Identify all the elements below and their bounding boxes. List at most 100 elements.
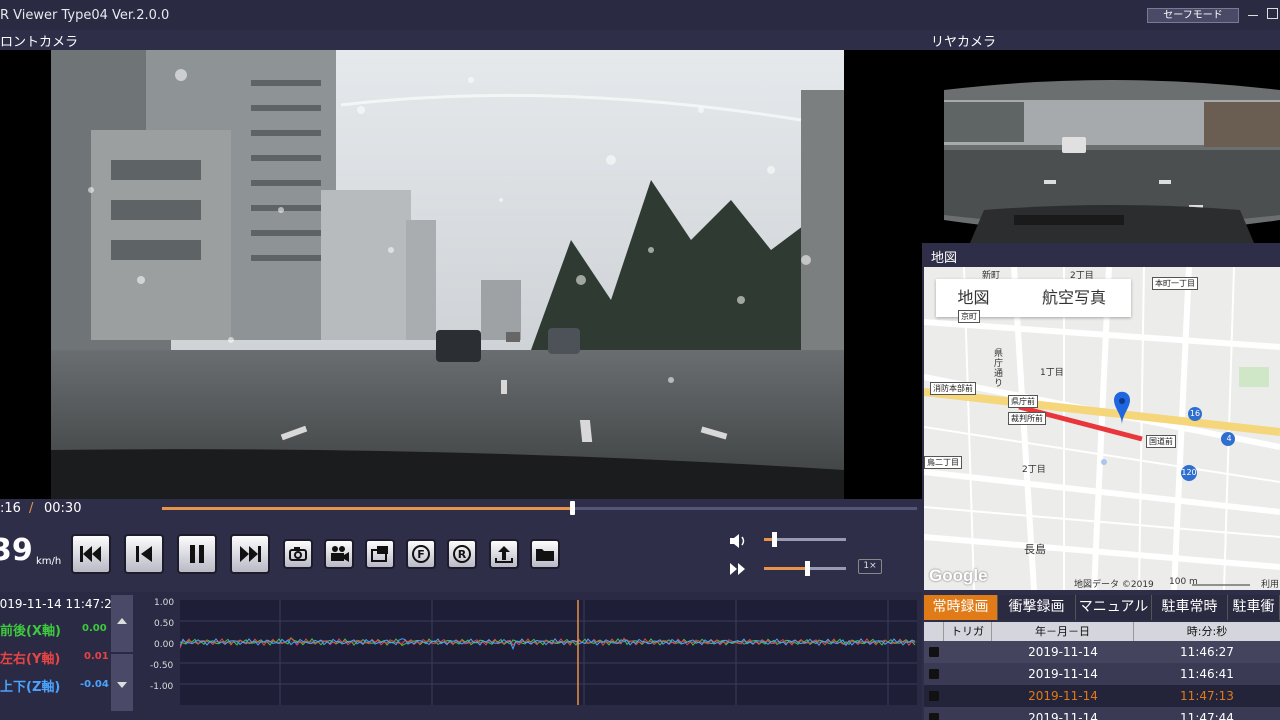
column-header-date[interactable]: 年－月－日 [992, 622, 1134, 641]
graph-tick-label: -1.00 [150, 682, 174, 692]
camera-icon [289, 547, 307, 561]
pause-button[interactable] [177, 534, 217, 574]
pause-icon [190, 545, 204, 563]
map-label-saibansho: 裁判所前 [1008, 412, 1046, 425]
skip-forward-icon [240, 546, 261, 562]
step-back-icon [136, 546, 152, 562]
y-axis-value: 0.01 [84, 651, 109, 662]
tab-recording-type[interactable]: 常時録画 [924, 595, 998, 620]
button-divider [111, 652, 133, 654]
front-camera-view[interactable] [0, 50, 922, 499]
map-label-block1: 1丁目 [1040, 368, 1064, 378]
google-logo: Google [929, 566, 988, 585]
svg-text:R: R [458, 548, 467, 561]
playback-speed-slider-fill [764, 567, 807, 570]
g-sensor-panel: 2019-11-14 11:47:28 前後(X軸) 0.00 左右(Y軸) 0… [0, 592, 922, 720]
graph-tick-label: 0.00 [154, 640, 175, 650]
row-trigger [944, 641, 992, 663]
minimize-icon[interactable] [1248, 15, 1258, 16]
row-time: 11:47:44 [1180, 711, 1234, 720]
volume-slider[interactable] [764, 532, 846, 547]
row-checkbox[interactable] [929, 669, 939, 679]
playback-controls: 39 km/h F R 1× [0, 519, 922, 592]
graph-tick-label: 0.50 [154, 619, 175, 629]
recording-type-tabs: 常時録画 衝撃録画 マニュアル 駐車常時 駐車衝 [924, 595, 1280, 620]
recording-row[interactable]: 2019-11-14 11:46:41 [924, 663, 1280, 685]
tab-recording-type[interactable]: 駐車衝 [1228, 595, 1280, 620]
safe-mode-button[interactable]: セーフモード [1147, 8, 1239, 23]
upload-button[interactable] [489, 539, 519, 569]
map-scale: 100 m [1169, 577, 1198, 587]
column-header-time[interactable]: 時:分:秒 [1134, 622, 1280, 641]
rear-camera-button[interactable]: R [447, 539, 477, 569]
recording-row[interactable]: 2019-11-14 11:46:27 [924, 641, 1280, 663]
map-label-kencho-mae: 県庁前 [1008, 395, 1038, 408]
scroll-down-icon[interactable] [117, 681, 127, 689]
x-axis-value: 0.00 [82, 623, 107, 634]
map-label-block2: 2丁目 [1022, 465, 1046, 475]
step-back-button[interactable] [124, 534, 164, 574]
window-split-icon [371, 546, 388, 562]
map-label-motomachi: 本町一丁目 [1152, 277, 1198, 290]
g-sensor-graph[interactable] [179, 600, 917, 705]
z-axis-value: -0.04 [80, 679, 109, 690]
map-terms-link[interactable]: 利用 [1261, 577, 1279, 590]
scroll-up-icon[interactable] [117, 617, 127, 625]
graph-tick-label: -0.50 [150, 661, 174, 671]
tab-recording-type[interactable]: 駐車常時 [1152, 595, 1228, 620]
map-view[interactable]: 地図 航空写真 1丁目 2丁目 2丁目 県庁通り 新町 長島 県庁前 裁判所前 … [924, 267, 1280, 590]
tab-recording-type[interactable]: マニュアル [1076, 595, 1152, 620]
playback-speed-slider-thumb[interactable] [804, 561, 810, 576]
map-label-kyomachi: 京町 [958, 310, 980, 323]
row-checkbox[interactable] [929, 713, 939, 720]
time-separator: / [29, 501, 34, 516]
map-label-shin: 新町 [982, 271, 1001, 281]
total-time: 00:30 [44, 501, 82, 516]
sensor-scroll-buttons [111, 595, 133, 711]
route-badge-120: 120 [1181, 468, 1197, 477]
split-view-button[interactable] [365, 539, 395, 569]
row-date: 2019-11-14 [1028, 711, 1098, 720]
map-label-shobo: 消防本部前 [930, 382, 976, 395]
front-camera-label: ロントカメラ [0, 35, 79, 50]
upload-icon [495, 546, 513, 563]
snapshot-button[interactable] [283, 539, 313, 569]
maximize-icon[interactable] [1267, 8, 1278, 19]
seek-bar[interactable] [162, 501, 917, 515]
map-attribution: 地図データ ©2019 [1074, 580, 1154, 590]
column-header-trigger[interactable]: トリガ [944, 622, 992, 641]
row-time: 11:46:27 [1180, 645, 1234, 659]
seek-bar-thumb[interactable] [569, 501, 575, 515]
x-axis-label: 前後(X軸) [0, 624, 61, 639]
volume-slider-thumb[interactable] [771, 532, 777, 547]
front-camera-button[interactable]: F [406, 539, 436, 569]
front-camera-frame [51, 50, 844, 499]
column-header-check [924, 622, 944, 641]
recording-row[interactable]: 2019-11-14 11:47:13 [924, 685, 1280, 707]
rear-camera-label: リヤカメラ [931, 35, 997, 50]
speed-unit: km/h [36, 556, 62, 567]
open-folder-button[interactable] [530, 539, 560, 569]
row-checkbox[interactable] [929, 691, 939, 701]
graph-tick-label: 1.00 [154, 598, 175, 608]
volume-icon[interactable] [728, 532, 748, 550]
row-trigger [944, 685, 992, 707]
previous-file-button[interactable] [71, 534, 111, 574]
video-camera-icon [331, 546, 349, 562]
title-bar: R Viewer Type04 Ver.2.0.0 セーフモード [0, 0, 1280, 30]
rear-camera-image [944, 50, 1280, 243]
fast-forward-icon[interactable] [729, 562, 747, 576]
tab-recording-type[interactable]: 衝撃録画 [998, 595, 1076, 620]
playback-speed-slider[interactable] [764, 561, 846, 576]
rear-camera-view[interactable] [922, 50, 1280, 243]
current-time: :16 [0, 501, 21, 516]
video-export-button[interactable] [324, 539, 354, 569]
tab-aerial[interactable]: 航空写真 [1019, 279, 1129, 317]
y-axis-label: 左右(Y軸) [0, 652, 61, 667]
recording-row[interactable]: 2019-11-14 11:47:44 [924, 707, 1280, 720]
next-file-button[interactable] [230, 534, 270, 574]
row-checkbox[interactable] [929, 647, 939, 657]
row-trigger [944, 707, 992, 720]
rear-r-icon: R [453, 545, 471, 563]
svg-text:F: F [417, 548, 425, 561]
